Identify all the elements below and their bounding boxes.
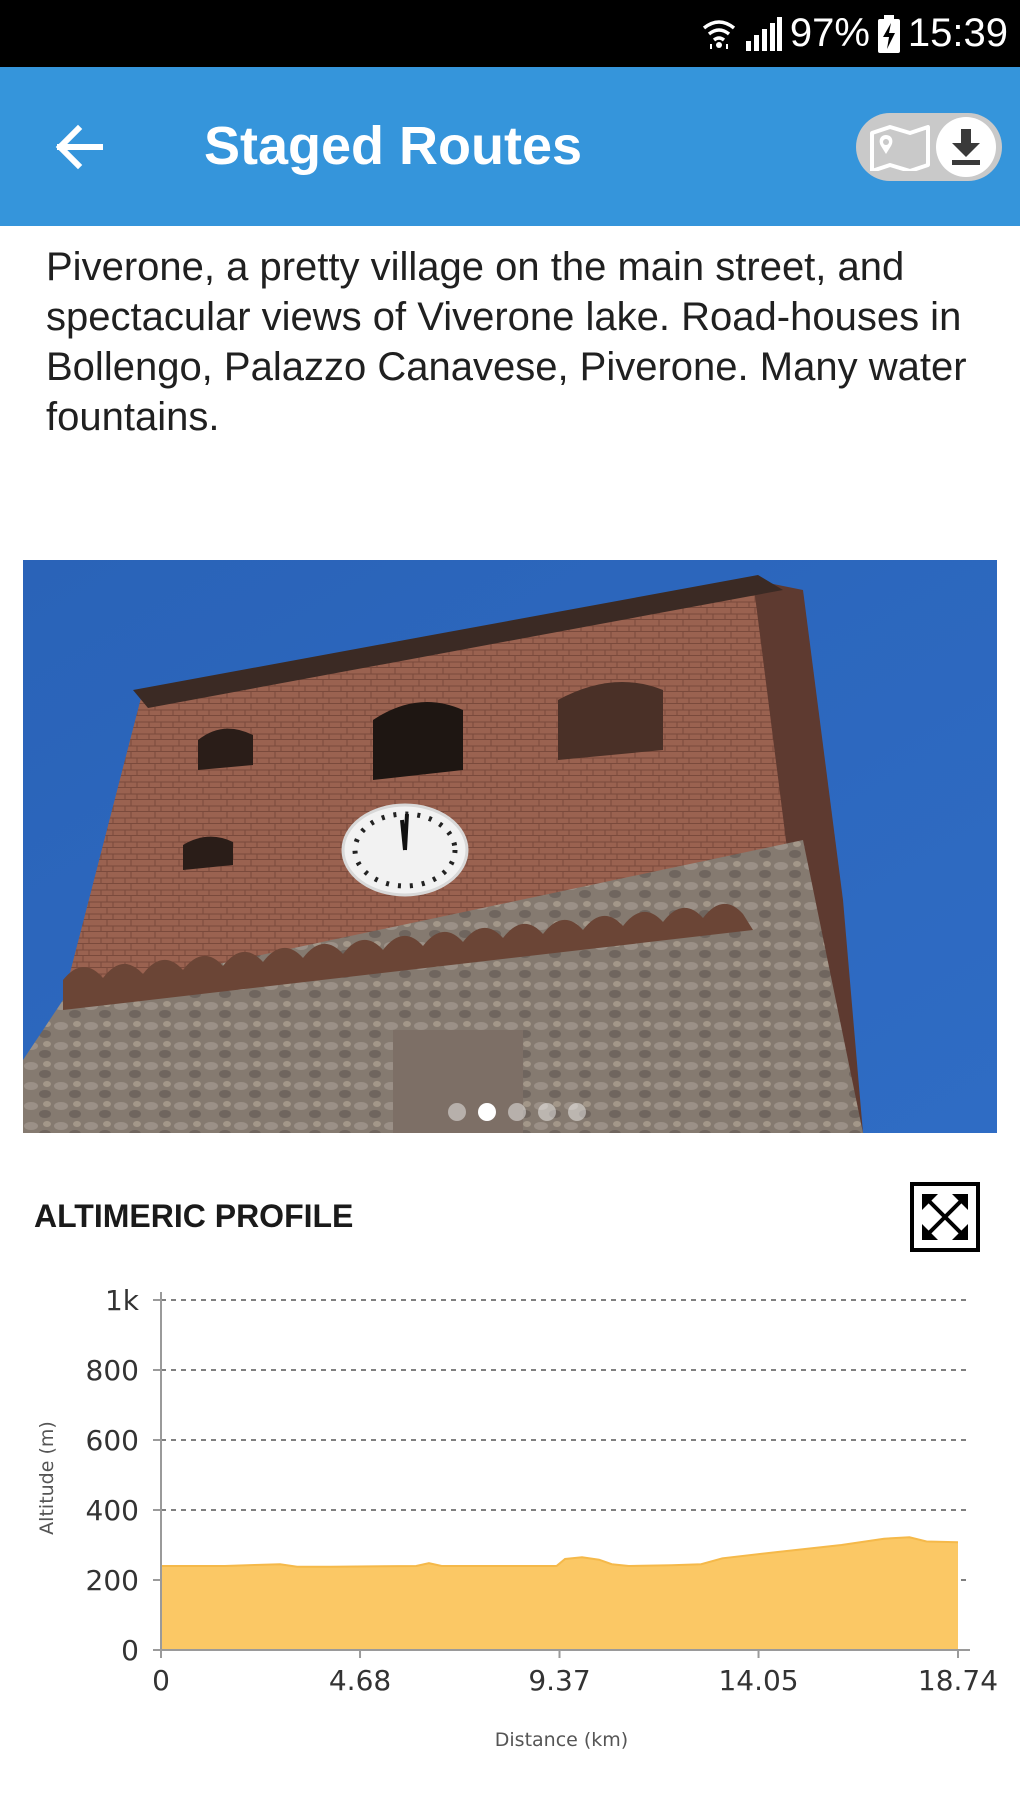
y-tick-label: 1k bbox=[105, 1284, 140, 1317]
altimetric-profile-chart: 0 200 400 600 800 1k 0 4.68 9.37 14.05 18.74 Distan… bbox=[36, 1284, 998, 1750]
battery-percent: 97% bbox=[789, 11, 870, 55]
route-photo[interactable] bbox=[23, 560, 997, 1133]
gallery-dot-active[interactable] bbox=[478, 1103, 496, 1121]
signal-icon bbox=[744, 16, 782, 51]
fullscreen-icon bbox=[922, 1194, 968, 1240]
x-tick-label: 18.74 bbox=[918, 1664, 998, 1697]
route-description: Piverone, a pretty village on the main s… bbox=[46, 245, 967, 439]
y-tick-label: 400 bbox=[86, 1494, 139, 1527]
altitude-area bbox=[161, 1537, 958, 1650]
gallery-dot[interactable] bbox=[538, 1103, 556, 1121]
back-button[interactable] bbox=[52, 119, 108, 175]
x-tick-label: 9.37 bbox=[528, 1664, 590, 1697]
gallery-pagination bbox=[0, 1103, 1020, 1129]
x-tick-label: 14.05 bbox=[718, 1664, 798, 1697]
gallery-dot[interactable] bbox=[508, 1103, 526, 1121]
x-tick-label: 4.68 bbox=[329, 1664, 391, 1697]
y-tick-label: 0 bbox=[121, 1634, 139, 1667]
gallery-dot[interactable] bbox=[568, 1103, 586, 1121]
x-axis-label: Distance (km) bbox=[495, 1729, 628, 1750]
map-download-toggle[interactable] bbox=[856, 113, 1002, 181]
page-title: Staged Routes bbox=[204, 116, 583, 176]
battery-charging-icon bbox=[877, 14, 900, 53]
section-title: ALTIMERIC PROFILE bbox=[34, 1198, 354, 1234]
y-tick-label: 200 bbox=[86, 1564, 139, 1597]
y-tick-label: 600 bbox=[86, 1424, 139, 1457]
status-bar: 97% 15:39 bbox=[0, 0, 1020, 67]
wifi-icon bbox=[702, 16, 736, 52]
clock-tower-image bbox=[23, 560, 997, 1133]
fullscreen-button[interactable] bbox=[910, 1182, 980, 1252]
y-tick-label: 800 bbox=[86, 1354, 139, 1387]
app-bar: Staged Routes bbox=[0, 67, 1020, 226]
arrow-left-icon bbox=[55, 124, 103, 170]
download-icon bbox=[936, 117, 996, 177]
x-tick-label: 0 bbox=[152, 1664, 170, 1697]
gallery-dot[interactable] bbox=[448, 1103, 466, 1121]
y-axis-label: Altitude (m) bbox=[36, 1421, 58, 1535]
map-icon bbox=[870, 125, 930, 176]
clock: 15:39 bbox=[907, 11, 1008, 55]
